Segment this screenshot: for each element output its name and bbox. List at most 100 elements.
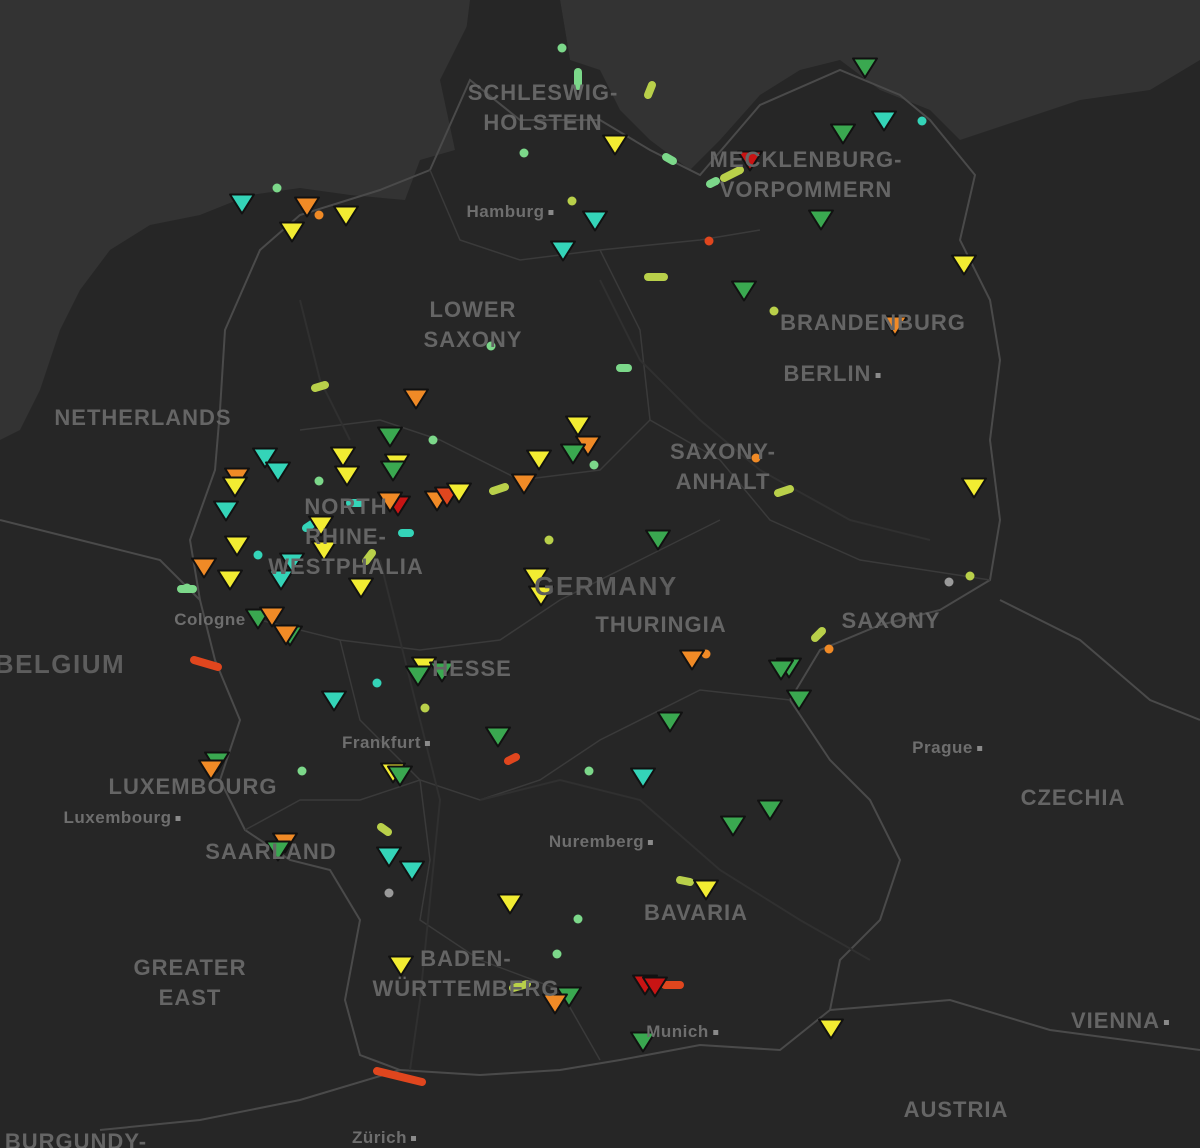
- station-marker[interactable]: [528, 585, 554, 607]
- measurement-track[interactable]: [377, 823, 392, 836]
- station-marker[interactable]: [265, 461, 291, 483]
- measurement-track[interactable]: [644, 81, 656, 99]
- measurement-track[interactable]: [504, 753, 520, 765]
- station-marker[interactable]: [602, 134, 628, 156]
- station-marker[interactable]: [348, 577, 374, 599]
- measurement-dot[interactable]: [314, 210, 324, 220]
- measurement-track[interactable]: [362, 549, 376, 565]
- measurement-dot[interactable]: [824, 644, 834, 654]
- station-marker[interactable]: [213, 500, 239, 522]
- station-marker[interactable]: [376, 846, 402, 868]
- measurement-track[interactable]: [720, 166, 744, 182]
- station-marker[interactable]: [380, 460, 406, 482]
- measurement-dot[interactable]: [751, 453, 761, 463]
- station-marker[interactable]: [526, 449, 552, 471]
- station-marker[interactable]: [542, 993, 568, 1015]
- station-marker[interactable]: [808, 209, 834, 231]
- measurement-dot[interactable]: [544, 535, 554, 545]
- measurement-dot[interactable]: [297, 766, 307, 776]
- station-marker[interactable]: [871, 110, 897, 132]
- measurement-dot[interactable]: [272, 183, 282, 193]
- measurement-dot[interactable]: [584, 766, 594, 776]
- measurement-dot[interactable]: [384, 888, 394, 898]
- station-marker[interactable]: [550, 240, 576, 262]
- marker-layer[interactable]: [177, 43, 987, 1086]
- station-marker[interactable]: [630, 1031, 656, 1053]
- station-marker[interactable]: [523, 567, 549, 589]
- station-marker[interactable]: [830, 123, 856, 145]
- station-marker[interactable]: [630, 767, 656, 789]
- map-view[interactable]: SCHLESWIG- HOLSTEIN MECKLENBURG- VORPOMM…: [0, 0, 1200, 1148]
- measurement-track[interactable]: [706, 177, 720, 188]
- measurement-dot[interactable]: [704, 236, 714, 246]
- station-marker[interactable]: [720, 815, 746, 837]
- measurement-track[interactable]: [302, 520, 316, 532]
- station-marker[interactable]: [497, 893, 523, 915]
- measurement-track[interactable]: [662, 153, 677, 165]
- station-marker[interactable]: [731, 280, 757, 302]
- river-layer: [299, 279, 931, 1071]
- station-marker[interactable]: [403, 388, 429, 410]
- station-marker[interactable]: [657, 711, 683, 733]
- station-marker[interactable]: [217, 569, 243, 591]
- measurement-track[interactable]: [811, 627, 826, 642]
- measurement-track[interactable]: [311, 381, 329, 392]
- station-marker[interactable]: [222, 476, 248, 498]
- measurement-dot[interactable]: [557, 43, 567, 53]
- measurement-dot[interactable]: [917, 116, 927, 126]
- station-marker[interactable]: [818, 1018, 844, 1040]
- station-marker[interactable]: [268, 569, 294, 591]
- measurement-dot[interactable]: [428, 435, 438, 445]
- measurement-dot[interactable]: [420, 703, 430, 713]
- measurement-track[interactable]: [489, 483, 509, 495]
- measurement-track[interactable]: [373, 1067, 426, 1086]
- measurement-dot[interactable]: [944, 577, 954, 587]
- border-layer: [0, 68, 1200, 1131]
- measurement-dot[interactable]: [253, 550, 263, 560]
- station-marker[interactable]: [224, 535, 250, 557]
- station-marker[interactable]: [198, 759, 224, 781]
- station-marker[interactable]: [485, 726, 511, 748]
- measurement-dot[interactable]: [486, 341, 496, 351]
- station-marker[interactable]: [399, 860, 425, 882]
- station-marker[interactable]: [560, 443, 586, 465]
- station-marker[interactable]: [882, 315, 908, 337]
- measurement-dot[interactable]: [589, 460, 599, 470]
- measurement-dot[interactable]: [314, 476, 324, 486]
- measurement-dot[interactable]: [567, 196, 577, 206]
- state-borders: [244, 169, 991, 1061]
- measurement-dot[interactable]: [573, 914, 583, 924]
- north-sea: [0, 0, 470, 440]
- czech-border: [999, 599, 1200, 721]
- station-marker[interactable]: [321, 690, 347, 712]
- netherlands-belgium-border: [0, 519, 201, 601]
- measurement-dot[interactable]: [182, 583, 192, 593]
- measurement-dot[interactable]: [519, 148, 529, 158]
- station-marker[interactable]: [334, 465, 360, 487]
- measurement-track[interactable]: [774, 485, 794, 497]
- station-marker[interactable]: [961, 477, 987, 499]
- measurement-dot[interactable]: [372, 678, 382, 688]
- station-marker[interactable]: [330, 446, 356, 468]
- station-marker[interactable]: [229, 193, 255, 215]
- measurement-track[interactable]: [676, 876, 694, 886]
- station-marker[interactable]: [377, 426, 403, 448]
- station-marker[interactable]: [693, 879, 719, 901]
- station-marker[interactable]: [511, 473, 537, 495]
- measurement-dot[interactable]: [769, 306, 779, 316]
- station-marker[interactable]: [582, 210, 608, 232]
- station-marker[interactable]: [429, 661, 455, 683]
- station-marker[interactable]: [565, 415, 591, 437]
- measurement-dot[interactable]: [552, 949, 562, 959]
- station-marker[interactable]: [333, 205, 359, 227]
- austria-border: [829, 998, 1200, 1051]
- station-marker[interactable]: [388, 955, 414, 977]
- station-marker[interactable]: [311, 540, 337, 562]
- map-canvas[interactable]: [0, 0, 1200, 1148]
- measurement-dot[interactable]: [965, 571, 975, 581]
- station-marker[interactable]: [279, 221, 305, 243]
- swiss-border: [99, 1069, 401, 1131]
- station-marker[interactable]: [757, 799, 783, 821]
- measurement-track[interactable]: [509, 980, 531, 992]
- station-marker[interactable]: [679, 649, 705, 671]
